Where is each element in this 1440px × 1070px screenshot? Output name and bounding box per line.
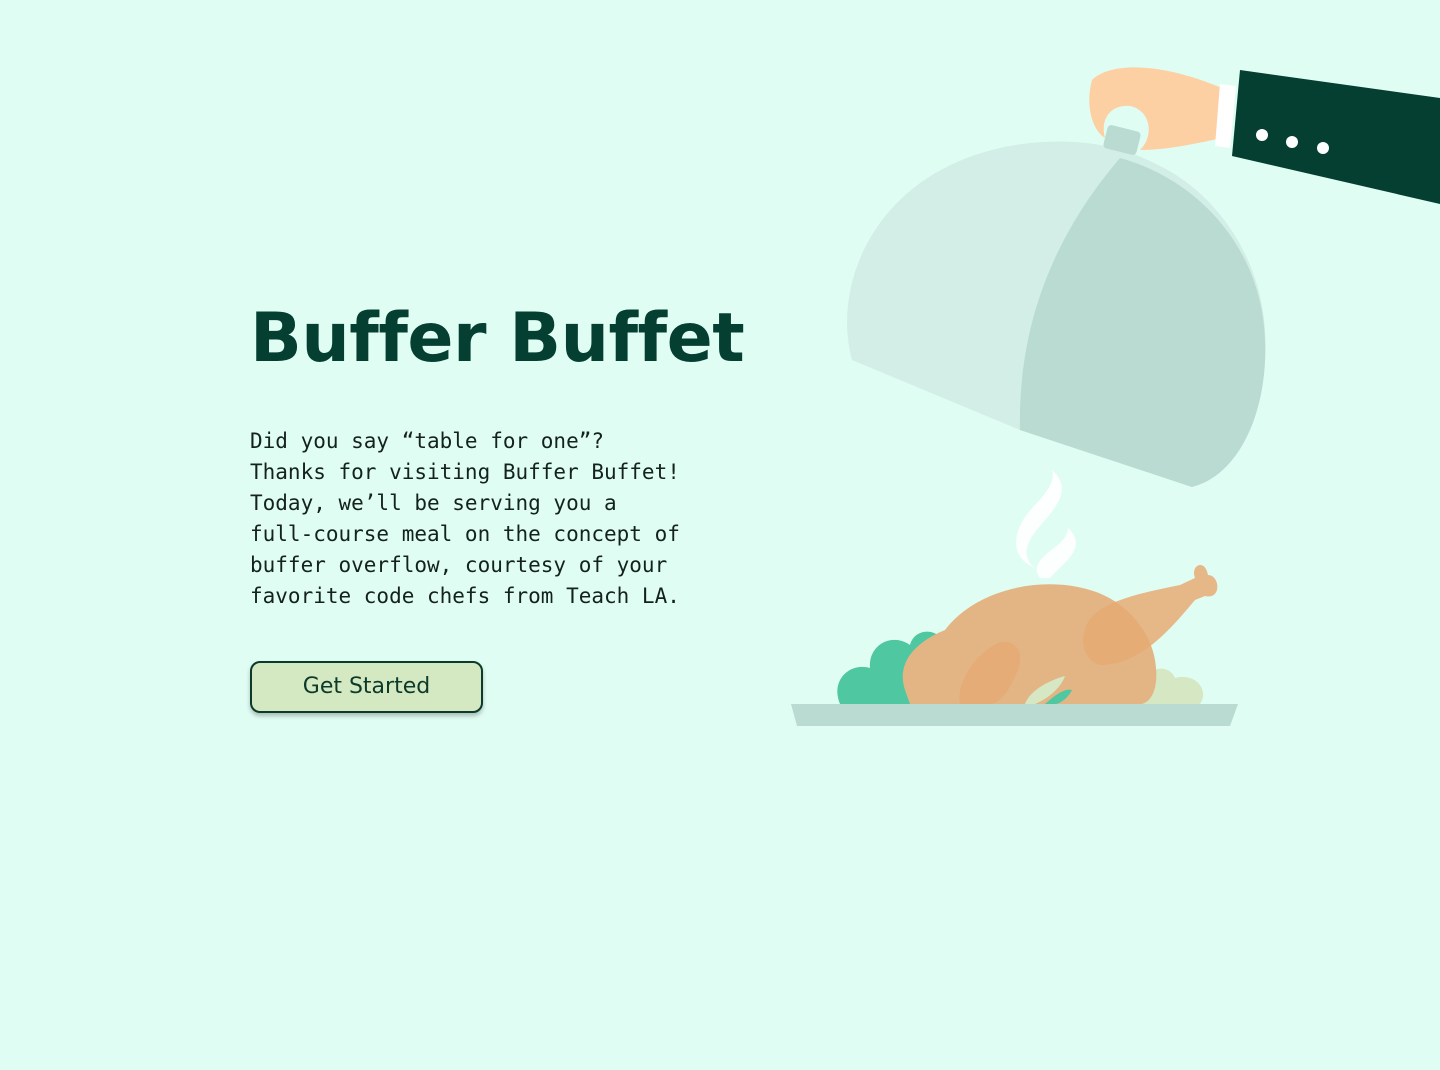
sleeve-button-3 (1317, 142, 1329, 154)
sleeve-button-1 (1256, 129, 1268, 141)
cloche-icon (847, 125, 1266, 487)
steam-icon (1016, 470, 1076, 578)
serving-illustration (791, 67, 1440, 726)
sleeve-button-2 (1286, 136, 1298, 148)
platter-icon (791, 704, 1238, 726)
